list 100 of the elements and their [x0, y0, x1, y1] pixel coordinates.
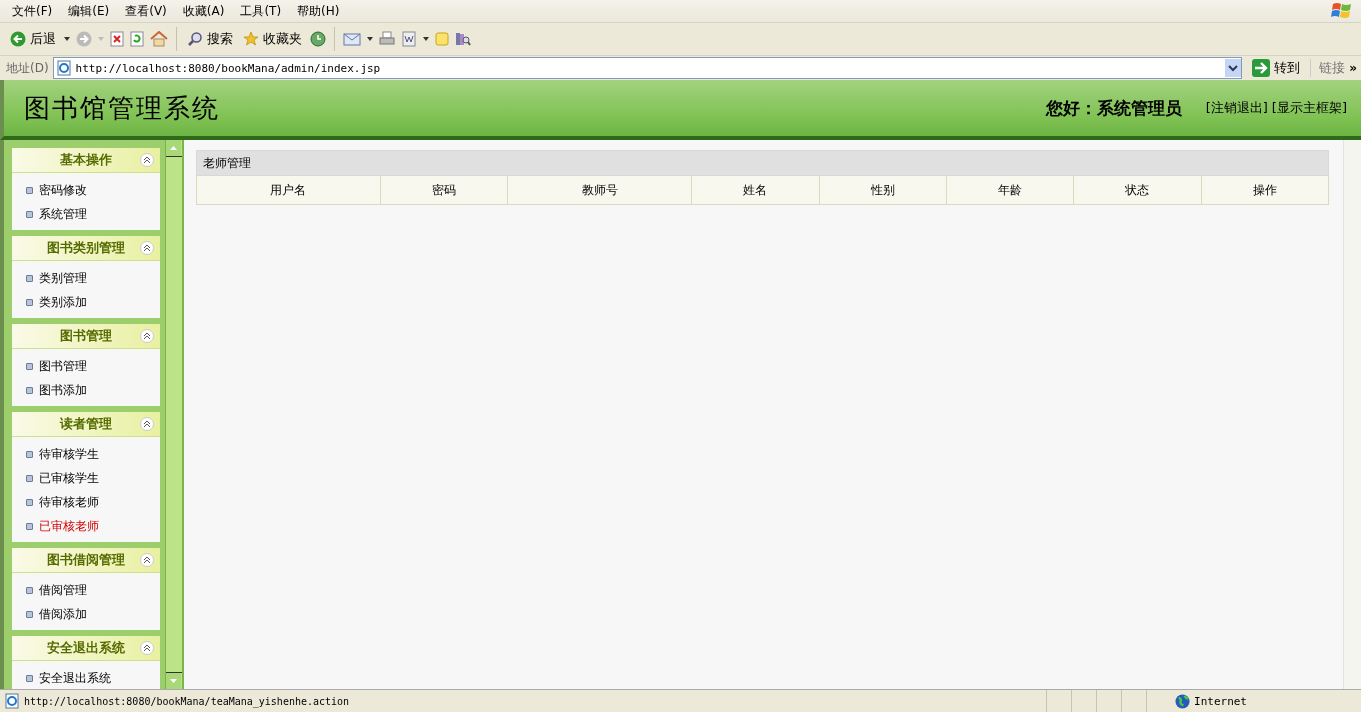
- bullet-icon: [26, 274, 33, 282]
- column-header: 密码: [380, 175, 508, 205]
- link-text: 系统管理: [39, 205, 87, 223]
- header-link[interactable]: [显示主框架]: [1271, 99, 1347, 117]
- refresh-icon[interactable]: [130, 31, 144, 47]
- arrow-right-icon: [1252, 59, 1271, 77]
- section-header[interactable]: 图书类别管理: [12, 236, 160, 261]
- go-button[interactable]: 转到: [1246, 58, 1307, 78]
- link-text: 借阅添加: [39, 605, 87, 623]
- section-header[interactable]: 读者管理: [12, 412, 160, 437]
- menu-item[interactable]: 工具(T): [232, 2, 290, 20]
- favorites-button[interactable]: 收藏夹: [241, 28, 304, 50]
- column-header: 性别: [819, 175, 947, 205]
- link-text: 待审核学生: [39, 445, 99, 463]
- history-icon[interactable]: [310, 31, 326, 47]
- bullet-icon: [26, 450, 33, 458]
- globe-icon: [1175, 693, 1190, 709]
- flag-logo-icon: [1331, 1, 1353, 21]
- link-text: 已审核学生: [39, 469, 99, 487]
- link-text: 类别添加: [39, 293, 87, 311]
- link-text: 已审核老师: [39, 517, 99, 535]
- collapse-icon[interactable]: [140, 329, 154, 343]
- link-text: 安全退出系统: [39, 669, 111, 687]
- page-scrollbar[interactable]: [1343, 140, 1361, 689]
- books-magnifier-icon[interactable]: [455, 31, 471, 47]
- bullet-icon: [26, 674, 33, 682]
- sidebar-link[interactable]: 密码修改: [12, 178, 160, 202]
- bullet-icon: [26, 186, 33, 194]
- link-text: 图书管理: [39, 357, 87, 375]
- section-header[interactable]: 基本操作: [12, 148, 160, 173]
- bullet-icon: [26, 298, 33, 306]
- section-title: 读者管理: [60, 415, 112, 433]
- sidebar-link[interactable]: 待审核学生: [12, 442, 160, 466]
- sidebar-link[interactable]: 安全退出系统: [12, 666, 160, 689]
- link-text: 密码修改: [39, 181, 87, 199]
- printer-icon[interactable]: [379, 31, 395, 47]
- link-text: 待审核老师: [39, 493, 99, 511]
- link-text: 类别管理: [39, 269, 87, 287]
- sidebar-link[interactable]: 图书管理: [12, 354, 160, 378]
- search-button[interactable]: 搜索: [185, 28, 235, 50]
- bullet-icon: [26, 474, 33, 482]
- dropdown-caret-icon[interactable]: [367, 37, 373, 41]
- sidebar-link[interactable]: 类别添加: [12, 290, 160, 314]
- link-text: 借阅管理: [39, 581, 87, 599]
- bullet-icon: [26, 586, 33, 594]
- collapse-icon[interactable]: [140, 641, 154, 655]
- page-icon: [55, 60, 72, 76]
- dropdown-caret-icon[interactable]: [423, 37, 429, 41]
- dropdown-caret-icon[interactable]: [64, 37, 70, 41]
- column-header: 状态: [1073, 175, 1202, 205]
- sidebar-link[interactable]: 借阅添加: [12, 602, 160, 626]
- column-header: 年龄: [946, 175, 1074, 205]
- sidebar-link[interactable]: 类别管理: [12, 266, 160, 290]
- menu-item[interactable]: 文件(F): [4, 2, 61, 20]
- link-text: 图书添加: [39, 381, 87, 399]
- address-label: 地址(D): [6, 59, 49, 77]
- menu-item[interactable]: 查看(V): [117, 2, 175, 20]
- menu-item[interactable]: 收藏(A): [174, 2, 233, 20]
- collapse-icon[interactable]: [140, 153, 154, 167]
- section-title: 图书借阅管理: [47, 551, 125, 569]
- bullet-icon: [26, 522, 33, 530]
- bullet-icon: [26, 210, 33, 218]
- address-field[interactable]: http://localhost:8080/bookMana/admin/index.jsp: [52, 57, 1243, 79]
- section-header[interactable]: 图书管理: [12, 324, 160, 349]
- mail-icon[interactable]: [343, 32, 361, 46]
- collapse-icon[interactable]: [140, 241, 154, 255]
- sidebar-link[interactable]: 借阅管理: [12, 578, 160, 602]
- page-icon: [4, 693, 20, 709]
- sidebar-link[interactable]: 系统管理: [12, 202, 160, 226]
- bullet-icon: [26, 362, 33, 370]
- bullet-icon: [26, 386, 33, 394]
- bullet-icon: [26, 498, 33, 506]
- section-header[interactable]: 安全退出系统: [12, 636, 160, 661]
- search-icon: [187, 31, 203, 47]
- sidebar-link[interactable]: 图书添加: [12, 378, 160, 402]
- column-header: 用户名: [196, 175, 381, 205]
- home-icon[interactable]: [150, 31, 168, 47]
- section-title: 图书类别管理: [47, 239, 125, 257]
- section-header[interactable]: 图书借阅管理: [12, 548, 160, 573]
- panel-title: 老师管理: [196, 150, 1329, 176]
- column-header: 操作: [1201, 175, 1329, 205]
- document-icon[interactable]: [401, 31, 417, 47]
- back-button[interactable]: 后退: [8, 28, 58, 50]
- sidebar-link[interactable]: 待审核老师: [12, 490, 160, 514]
- sidebar-link[interactable]: 已审核学生: [12, 466, 160, 490]
- stop-icon[interactable]: [110, 31, 124, 47]
- section-title: 基本操作: [60, 151, 112, 169]
- menu-item[interactable]: 帮助(H): [289, 2, 348, 20]
- zone-label: Internet: [1194, 694, 1247, 708]
- section-title: 图书管理: [60, 327, 112, 345]
- menu-item[interactable]: 编辑(E): [60, 2, 118, 20]
- status-url: http://localhost:8080/bookMana/teaMana_yishenhe.action: [24, 695, 350, 707]
- header-link[interactable]: [注销退出]: [1205, 99, 1268, 117]
- sidebar-link[interactable]: 已审核老师: [12, 514, 160, 538]
- greeting-text: 您好：系统管理员: [1045, 96, 1182, 120]
- column-header: 姓名: [691, 175, 820, 205]
- collapse-icon[interactable]: [140, 553, 154, 567]
- links-label[interactable]: 链接: [1310, 59, 1346, 77]
- collapse-icon[interactable]: [140, 417, 154, 431]
- more-chevron[interactable]: »: [1349, 61, 1357, 75]
